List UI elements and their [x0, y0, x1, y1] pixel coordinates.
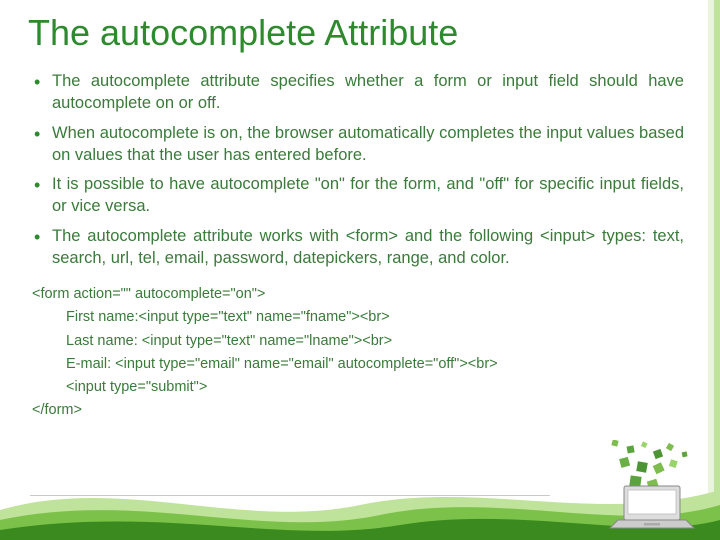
divider: [30, 495, 550, 496]
slide-title: The autocomplete Attribute: [28, 12, 458, 54]
code-line: <form action="" autocomplete="on">: [32, 283, 684, 306]
code-line: E-mail: <input type="email" name="email"…: [32, 353, 684, 376]
code-line: First name:<input type="text" name="fnam…: [32, 306, 684, 329]
code-block: <form action="" autocomplete="on"> First…: [32, 283, 684, 422]
slide-content: The autocomplete attribute specifies whe…: [32, 70, 684, 422]
code-line: <input type="submit">: [32, 376, 684, 399]
laptop-icon: [572, 440, 702, 530]
wave-decor: [0, 470, 720, 540]
side-accent-decor: [708, 0, 720, 540]
code-line: Last name: <input type="text" name="lnam…: [32, 330, 684, 353]
bullet-item: The autocomplete attribute specifies whe…: [32, 70, 684, 115]
bullet-item: When autocomplete is on, the browser aut…: [32, 122, 684, 167]
bullet-item: The autocomplete attribute works with <f…: [32, 225, 684, 270]
bullet-list: The autocomplete attribute specifies whe…: [32, 70, 684, 269]
code-line: </form>: [32, 399, 684, 422]
bullet-item: It is possible to have autocomplete "on"…: [32, 173, 684, 218]
